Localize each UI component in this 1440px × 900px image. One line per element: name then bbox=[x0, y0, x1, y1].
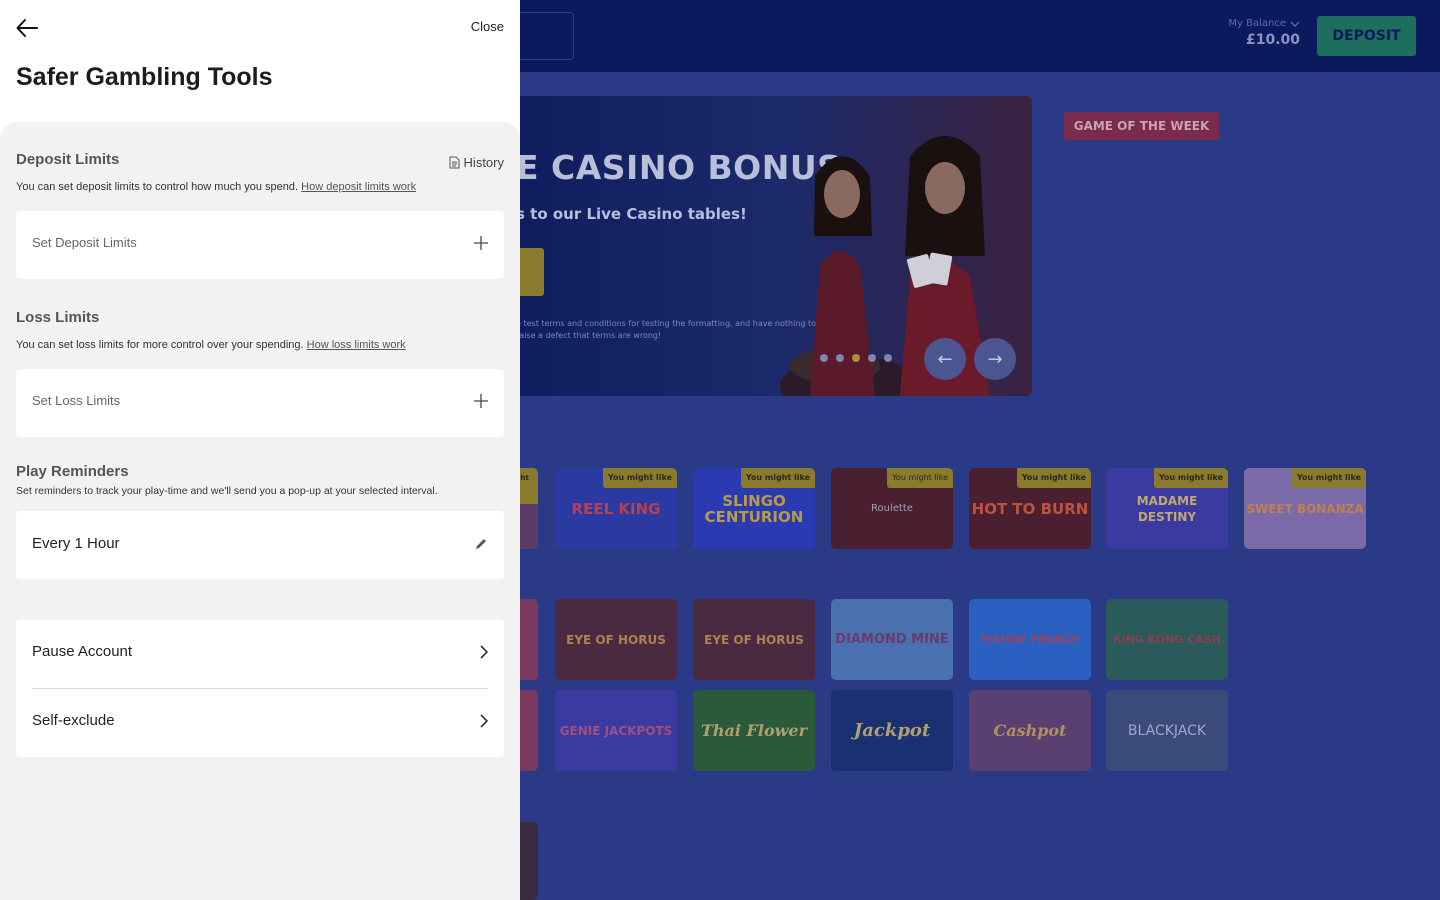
carousel-dot[interactable] bbox=[836, 354, 844, 362]
game-tile[interactable]: You might like REEL KING bbox=[555, 468, 677, 549]
drawer-header: Close Safer Gambling Tools bbox=[0, 0, 520, 122]
game-tile[interactable]: You might like MADAME DESTINY bbox=[1106, 468, 1228, 549]
plus-icon[interactable] bbox=[474, 235, 488, 250]
hero-banner[interactable]: E CASINO BONUS s to our Live Casino tabl… bbox=[480, 96, 1032, 396]
deposit-limits-description: You can set deposit limits to control ho… bbox=[16, 181, 417, 193]
self-exclude-row[interactable]: Self-exclude bbox=[32, 712, 488, 729]
loss-limits-title: Loss Limits bbox=[16, 309, 100, 326]
set-loss-limits-label: Set Loss Limits bbox=[32, 393, 121, 408]
game-tile[interactable]: DIAMOND MINE bbox=[831, 599, 953, 680]
drawer-body: Deposit Limits History You can set depos… bbox=[0, 122, 520, 900]
game-tile[interactable]: You might like Roulette bbox=[831, 468, 953, 549]
game-tile[interactable]: KING KONG CASH bbox=[1106, 599, 1228, 680]
play-reminders-title: Play Reminders bbox=[16, 463, 129, 480]
game-tile[interactable]: BLACKJACK bbox=[1106, 690, 1228, 771]
arrow-left-icon: ← bbox=[937, 348, 953, 370]
back-arrow-icon[interactable] bbox=[16, 18, 38, 38]
set-deposit-limits-label: Set Deposit Limits bbox=[32, 235, 137, 250]
game-tile[interactable]: You might like SWEET BONANZA bbox=[1244, 468, 1366, 549]
how-deposit-limits-work-link[interactable]: How deposit limits work bbox=[301, 181, 416, 193]
pause-account-label: Pause Account bbox=[32, 643, 133, 660]
deposit-button[interactable]: DEPOSIT bbox=[1317, 16, 1416, 56]
game-tile[interactable]: Cashpot bbox=[969, 690, 1091, 771]
game-tile[interactable]: You might like SLINGO CENTURION bbox=[693, 468, 815, 549]
pencil-edit-icon[interactable] bbox=[474, 537, 488, 551]
hero-subtitle: s to our Live Casino tables! bbox=[516, 205, 747, 223]
balance-amount: £10.00 bbox=[1245, 32, 1300, 48]
balance-widget[interactable]: My Balance £10.00 bbox=[1210, 18, 1300, 48]
game-tile[interactable]: You might like HOT TO BURN bbox=[969, 468, 1091, 549]
carousel-prev-button[interactable]: ← bbox=[924, 338, 966, 380]
balance-label: My Balance bbox=[1228, 18, 1286, 29]
arrow-right-icon: → bbox=[987, 348, 1003, 370]
game-tile[interactable]: Jackpot bbox=[831, 690, 953, 771]
hero-carousel-dots[interactable] bbox=[820, 354, 892, 362]
game-tile[interactable]: EYE OF HORUS bbox=[693, 599, 815, 680]
how-loss-limits-work-link[interactable]: How loss limits work bbox=[307, 339, 406, 351]
carousel-next-button[interactable]: → bbox=[974, 338, 1016, 380]
plus-icon[interactable] bbox=[474, 393, 488, 408]
deposit-limits-title: Deposit Limits bbox=[16, 151, 120, 168]
carousel-dot[interactable] bbox=[820, 354, 828, 362]
chevron-right-icon bbox=[480, 713, 488, 728]
pause-account-row[interactable]: Pause Account bbox=[32, 643, 488, 660]
history-link[interactable]: History bbox=[449, 155, 504, 170]
game-of-the-week-badge: GAME OF THE WEEK bbox=[1064, 112, 1219, 140]
document-icon bbox=[449, 156, 460, 169]
carousel-dot[interactable] bbox=[868, 354, 876, 362]
account-actions-card: Pause Account Self-exclude bbox=[16, 620, 504, 757]
page-title: Safer Gambling Tools bbox=[16, 63, 273, 91]
close-button[interactable]: Close bbox=[471, 19, 504, 34]
safer-gambling-drawer: Close Safer Gambling Tools Deposit Limit… bbox=[0, 0, 520, 900]
game-tile[interactable]: GENIE JACKPOTS bbox=[555, 690, 677, 771]
play-reminder-value: Every 1 Hour bbox=[32, 535, 120, 552]
chevron-right-icon bbox=[480, 644, 488, 659]
play-reminder-card[interactable]: Every 1 Hour bbox=[16, 511, 504, 579]
game-tile[interactable]: FISHIN' FRENZY bbox=[969, 599, 1091, 680]
loss-limits-description: You can set loss limits for more control… bbox=[16, 339, 406, 351]
play-reminders-description: Set reminders to track your play-time an… bbox=[16, 485, 438, 497]
self-exclude-label: Self-exclude bbox=[32, 712, 115, 729]
set-loss-limits-card[interactable]: Set Loss Limits bbox=[16, 369, 504, 437]
game-tile[interactable]: EYE OF HORUS bbox=[555, 599, 677, 680]
carousel-dot-active[interactable] bbox=[852, 354, 860, 362]
carousel-dot[interactable] bbox=[884, 354, 892, 362]
set-deposit-limits-card[interactable]: Set Deposit Limits bbox=[16, 211, 504, 279]
chevron-down-icon bbox=[1290, 20, 1300, 27]
divider bbox=[32, 688, 488, 689]
game-tile[interactable]: Thai Flower bbox=[693, 690, 815, 771]
